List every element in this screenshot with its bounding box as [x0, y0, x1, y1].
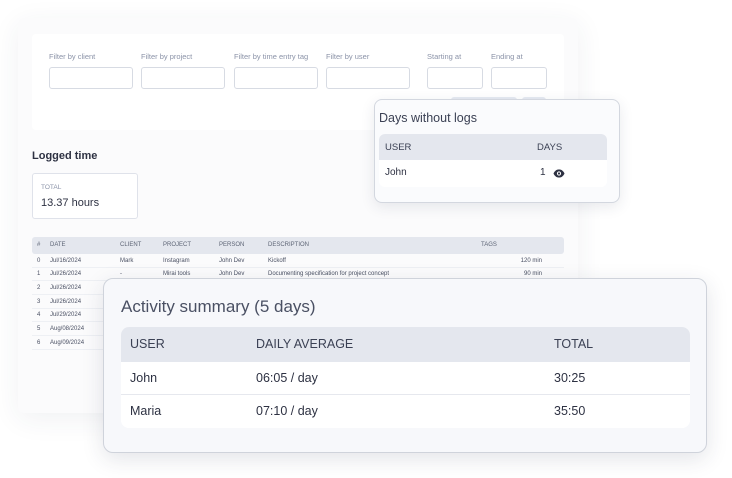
activity-row-total: 30:25	[554, 371, 586, 385]
user-filter-label: Filter by user	[326, 52, 370, 61]
log-cell-date: Aug/08/2024	[50, 325, 85, 332]
log-cell-num: 2	[37, 284, 41, 291]
end-date-filter: Ending at	[491, 52, 547, 89]
activity-row-average: 07:10 / day	[256, 404, 318, 418]
project-filter-label: Filter by project	[141, 52, 193, 61]
table-row: John 1	[379, 160, 607, 187]
log-cell-client: -	[120, 271, 122, 278]
log-cell-date: Jul/26/2024	[50, 284, 82, 291]
tag-filter-label: Filter by time entry tag	[234, 52, 309, 61]
log-cell-project: Instagram	[163, 257, 190, 264]
activity-summary-title: Activity summary (5 days)	[121, 297, 316, 316]
col-client: CLIENT	[120, 242, 142, 248]
user-filter-input[interactable]	[326, 67, 410, 89]
end-date-input[interactable]	[491, 67, 547, 89]
end-date-label: Ending at	[491, 52, 523, 61]
table-row: 0 Jul/16/2024 Mark Instagram John Dev Kickoff…	[32, 254, 564, 268]
log-cell-date: Jul/26/2024	[50, 298, 82, 305]
col-tags: TAGS	[481, 242, 497, 248]
activity-col-user: USER	[130, 337, 165, 351]
days-row-count: 1	[540, 167, 546, 178]
log-cell-description: Documenting specification for project co…	[268, 271, 390, 278]
total-hours-card: TOTAL 13.37 hours	[32, 173, 138, 219]
col-num: #	[37, 242, 41, 248]
days-table-header: USER DAYS	[379, 134, 607, 160]
activity-col-average: DAILY AVERAGE	[256, 337, 354, 351]
tag-filter: Filter by time entry tag	[234, 52, 318, 89]
logged-time-title: Logged time	[32, 150, 98, 162]
log-cell-person: John Dev	[219, 271, 245, 278]
user-filter: Filter by user	[326, 52, 410, 89]
tag-filter-input[interactable]	[234, 67, 318, 89]
activity-col-total: TOTAL	[554, 337, 594, 351]
log-cell-client: Mark	[120, 257, 134, 264]
project-filter: Filter by project	[141, 52, 225, 89]
project-filter-input[interactable]	[141, 67, 225, 89]
activity-table-header: USER DAILY AVERAGE TOTAL	[121, 327, 690, 362]
client-filter-input[interactable]	[49, 67, 133, 89]
days-without-logs-title: Days without logs	[379, 111, 477, 125]
start-date-input[interactable]	[427, 67, 483, 89]
log-cell-description: Kickoff	[268, 257, 286, 264]
activity-row-average: 06:05 / day	[256, 371, 318, 385]
start-date-label: Starting at	[427, 52, 462, 61]
log-cell-num: 1	[37, 271, 41, 278]
log-cell-num: 0	[37, 257, 41, 264]
eye-icon[interactable]	[553, 169, 565, 178]
log-cell-project: Mirai tools	[163, 271, 191, 278]
total-value: 13.37 hours	[41, 197, 100, 209]
activity-row-total: 35:50	[554, 404, 586, 418]
days-without-logs-table: USER DAYS John 1	[379, 134, 607, 187]
col-description: DESCRIPTION	[268, 242, 310, 248]
start-date-filter: Starting at	[427, 52, 483, 89]
activity-row-user: John	[130, 371, 158, 385]
log-cell-duration: 120 min	[520, 257, 542, 264]
log-cell-num: 4	[37, 312, 41, 319]
log-cell-date: Jul/29/2024	[50, 312, 82, 319]
days-without-logs-card: Days without logs USER DAYS John 1	[374, 99, 620, 203]
days-col-days: DAYS	[537, 142, 563, 153]
client-filter-label: Filter by client	[49, 52, 96, 61]
col-person: PERSON	[219, 242, 245, 248]
log-cell-duration: 90 min	[523, 271, 542, 278]
activity-row-user: Maria	[130, 404, 162, 418]
logged-table-header: # DATE CLIENT PROJECT PERSON DESCRIPTION…	[32, 237, 564, 254]
log-cell-num: 5	[37, 325, 41, 332]
col-date: DATE	[50, 242, 66, 248]
log-cell-date: Aug/09/2024	[50, 339, 85, 346]
client-filter: Filter by client	[49, 52, 133, 89]
activity-summary-card: Activity summary (5 days) USER DAILY AVE…	[103, 278, 707, 453]
log-cell-person: John Dev	[219, 257, 245, 264]
log-cell-date: Jul/16/2024	[50, 257, 82, 264]
log-cell-date: Jul/26/2024	[50, 271, 82, 278]
table-row: John 06:05 / day 30:25	[121, 362, 690, 395]
log-cell-num: 3	[37, 298, 41, 305]
activity-summary-table: USER DAILY AVERAGE TOTAL John 06:05 / da…	[121, 327, 690, 428]
days-col-user: USER	[385, 142, 412, 153]
col-project: PROJECT	[163, 242, 192, 248]
days-row-user: John	[385, 167, 407, 178]
log-cell-num: 6	[37, 339, 41, 346]
table-row: Maria 07:10 / day 35:50	[121, 395, 690, 428]
total-label: TOTAL	[41, 184, 62, 191]
